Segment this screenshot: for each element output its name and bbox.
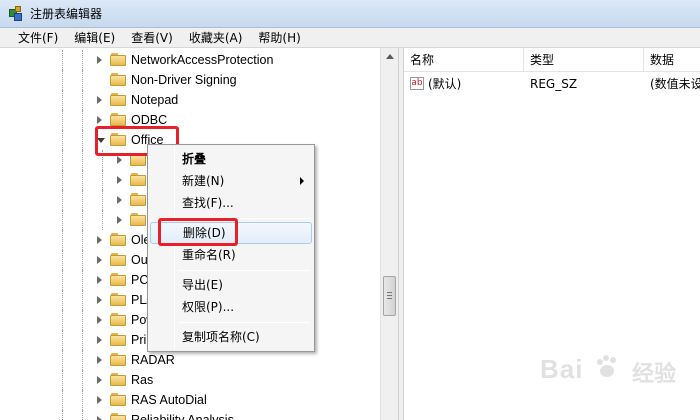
column-data[interactable]: 数据 xyxy=(644,48,700,72)
submenu-arrow-icon xyxy=(300,177,304,185)
collapsed-triangle-icon[interactable] xyxy=(97,376,102,384)
collapsed-triangle-icon[interactable] xyxy=(97,316,102,324)
tree-node-label: RAS AutoDial xyxy=(131,393,207,407)
folder-icon xyxy=(110,73,126,86)
collapsed-triangle-icon[interactable] xyxy=(97,256,102,264)
collapsed-triangle-icon[interactable] xyxy=(97,236,102,244)
watermark-suffix: 经验 xyxy=(632,362,677,387)
scroll-up-arrow-icon[interactable] xyxy=(381,48,398,65)
folder-icon xyxy=(110,393,126,406)
watermark-text: Bai xyxy=(540,354,584,384)
tree-node[interactable]: Reliability Analysis xyxy=(0,410,380,420)
delete-highlight-box xyxy=(158,218,238,246)
value-type: REG_SZ xyxy=(530,77,578,91)
paw-icon xyxy=(597,355,616,377)
title-bar: 注册表编辑器 xyxy=(0,0,700,28)
menu-file[interactable]: 文件(F) xyxy=(10,28,66,48)
collapsed-triangle-icon[interactable] xyxy=(97,396,102,404)
list-item[interactable]: ab (默认) REG_SZ (数值未设 xyxy=(404,74,700,94)
context-menu: 折叠 新建(N) 查找(F)... 删除(D) 重命名(R) 导出(E) 权限(… xyxy=(147,144,315,352)
tree-node[interactable]: Non-Driver Signing xyxy=(0,70,380,90)
folder-icon xyxy=(130,173,146,186)
tree-node-label: Ras xyxy=(131,373,154,387)
tree-node-label: Ou xyxy=(131,253,148,267)
tree-scrollbar[interactable] xyxy=(380,48,398,420)
menu-item-copy-key-name[interactable]: 复制项名称(C) xyxy=(150,326,312,348)
tree-node-label: RADAR xyxy=(131,353,175,367)
tree-node-label: Non-Driver Signing xyxy=(131,73,237,87)
menu-item-find[interactable]: 查找(F)... xyxy=(150,192,312,214)
folder-icon xyxy=(110,293,126,306)
collapsed-triangle-icon[interactable] xyxy=(97,336,102,344)
regedit-app-icon xyxy=(8,5,24,22)
menu-item-permissions[interactable]: 权限(P)... xyxy=(150,296,312,318)
collapsed-triangle-icon[interactable] xyxy=(97,276,102,284)
collapsed-triangle-icon[interactable] xyxy=(117,216,122,224)
menu-item-rename[interactable]: 重命名(R) xyxy=(150,244,312,266)
value-name: (默认) xyxy=(428,77,462,91)
folder-icon xyxy=(110,253,126,266)
collapsed-triangle-icon[interactable] xyxy=(97,356,102,364)
folder-icon xyxy=(110,373,126,386)
tree-node-label: PC xyxy=(131,273,149,287)
folder-icon xyxy=(110,273,126,286)
tree-node-label: Reliability Analysis xyxy=(131,413,234,420)
menu-item-export[interactable]: 导出(E) xyxy=(150,274,312,296)
tree-node[interactable]: ODBC xyxy=(0,110,380,130)
folder-icon xyxy=(110,113,126,126)
menu-bar: 文件(F) 编辑(E) 查看(V) 收藏夹(A) 帮助(H) xyxy=(0,28,700,48)
collapsed-triangle-icon[interactable] xyxy=(117,176,122,184)
folder-icon xyxy=(110,93,126,106)
folder-icon xyxy=(110,333,126,346)
menu-view[interactable]: 查看(V) xyxy=(123,28,181,48)
tree-node[interactable]: RAS AutoDial xyxy=(0,390,380,410)
menu-edit[interactable]: 编辑(E) xyxy=(66,28,123,48)
collapsed-triangle-icon[interactable] xyxy=(97,296,102,304)
tree-node[interactable]: NetworkAccessProtection xyxy=(0,50,380,70)
collapsed-triangle-icon[interactable] xyxy=(97,56,102,64)
collapsed-triangle-icon[interactable] xyxy=(97,416,102,420)
tree-node-label: NetworkAccessProtection xyxy=(131,53,274,67)
baidu-watermark: Bai 经验 xyxy=(540,348,690,388)
folder-icon xyxy=(110,53,126,66)
menu-item-new[interactable]: 新建(N) xyxy=(150,170,312,192)
menu-item-new-label: 新建(N) xyxy=(182,174,225,188)
column-type[interactable]: 类型 xyxy=(524,48,644,72)
collapsed-triangle-icon[interactable] xyxy=(97,116,102,124)
folder-icon xyxy=(110,313,126,326)
folder-icon xyxy=(130,193,146,206)
list-header: 名称 类型 数据 xyxy=(404,48,700,72)
column-name[interactable]: 名称 xyxy=(404,48,524,72)
tree-node[interactable]: Notepad xyxy=(0,90,380,110)
menu-item-collapse[interactable]: 折叠 xyxy=(150,148,312,170)
folder-icon xyxy=(110,353,126,366)
window-title: 注册表编辑器 xyxy=(30,7,103,21)
collapsed-triangle-icon[interactable] xyxy=(117,196,122,204)
menu-help[interactable]: 帮助(H) xyxy=(250,28,308,48)
scroll-thumb[interactable] xyxy=(383,276,396,316)
tree-node[interactable]: Ras xyxy=(0,370,380,390)
collapsed-triangle-icon[interactable] xyxy=(117,156,122,164)
tree-node[interactable]: RADAR xyxy=(0,350,380,370)
folder-icon xyxy=(130,213,146,226)
tree-node-label: Notepad xyxy=(131,93,179,107)
folder-icon xyxy=(110,233,126,246)
menu-favorites[interactable]: 收藏夹(A) xyxy=(181,28,251,48)
collapsed-triangle-icon[interactable] xyxy=(97,96,102,104)
string-value-icon: ab xyxy=(410,77,424,90)
value-data: (数值未设 xyxy=(650,77,700,91)
folder-icon xyxy=(110,413,126,420)
tree-node-label: Pri xyxy=(131,333,147,347)
